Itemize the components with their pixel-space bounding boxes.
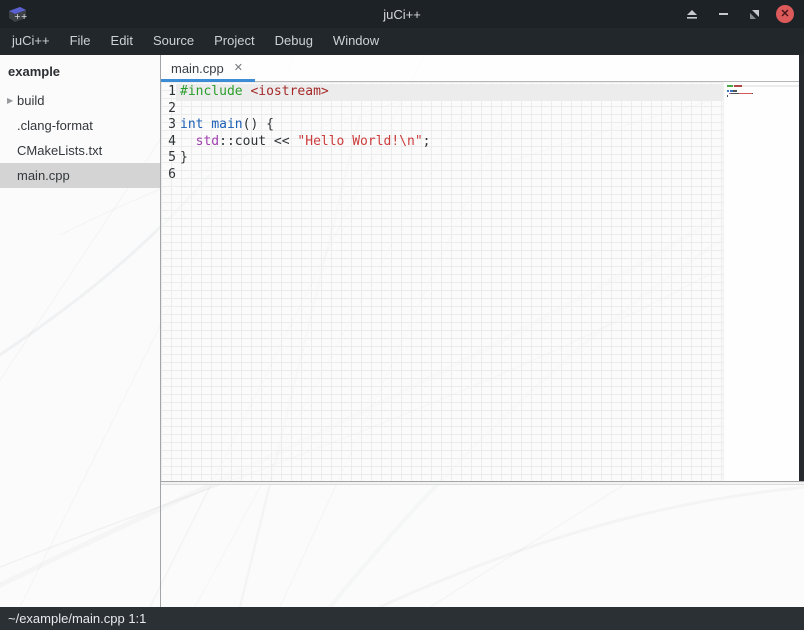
sidebar: example ▶build .clang-format CMakeLists.tx… — [0, 55, 161, 607]
titlebar[interactable]: ++ juCi++ ✕ — [0, 0, 804, 28]
code-line-1: 1#include <iostream> — [161, 84, 804, 101]
line-number: 1 — [161, 84, 176, 101]
code-line-3: 3int main() { — [161, 117, 804, 134]
code-text: #include <iostream> — [176, 84, 723, 101]
expander-icon[interactable]: ▶ — [0, 96, 17, 105]
line-number: 4 — [161, 134, 176, 151]
terminal-pane[interactable] — [161, 485, 804, 607]
editor-pane: main.cpp ✕ 1#include <iostream>23int mai… — [161, 55, 804, 481]
tree-item-label: .clang-format — [17, 118, 93, 133]
tree-item-main-cpp[interactable]: main.cpp — [0, 163, 160, 188]
code-lines: 1#include <iostream>23int main() {4 std:… — [161, 82, 804, 184]
menu-item-window[interactable]: Window — [323, 28, 389, 55]
code-line-5: 5} — [161, 150, 804, 167]
tree-item-cmakelists-txt[interactable]: CMakeLists.txt — [0, 138, 160, 163]
menu-item-juci[interactable]: juCi++ — [2, 28, 60, 55]
shade-button[interactable] — [683, 5, 701, 23]
menu-item-project[interactable]: Project — [204, 28, 264, 55]
content-area: example ▶build .clang-format CMakeLists.tx… — [0, 55, 804, 607]
file-tree: ▶build .clang-format CMakeLists.txt main.cp… — [0, 88, 160, 188]
line-number: 3 — [161, 117, 176, 134]
tab-close-icon[interactable]: ✕ — [234, 63, 243, 74]
code-line-4: 4 std::cout << "Hello World!\n"; — [161, 134, 804, 151]
vertical-scrollbar[interactable] — [799, 55, 804, 481]
code-text: } — [176, 150, 723, 167]
menu-item-debug[interactable]: Debug — [265, 28, 323, 55]
tab-label: main.cpp — [171, 61, 224, 76]
restore-button[interactable] — [745, 5, 763, 23]
svg-text:++: ++ — [14, 12, 27, 21]
menu-item-edit[interactable]: Edit — [101, 28, 143, 55]
minimize-button[interactable] — [714, 5, 732, 23]
code-text: int main() { — [176, 117, 723, 134]
statusbar: ~/example/main.cpp 1:1 — [0, 607, 804, 630]
menubar: juCi++FileEditSourceProjectDebugWindow — [0, 28, 804, 55]
code-text: std::cout << "Hello World!\n"; — [176, 134, 723, 151]
line-number: 5 — [161, 150, 176, 167]
minimap-line — [727, 97, 799, 99]
code-text — [176, 167, 723, 184]
project-root-label: example — [0, 58, 160, 88]
code-editor[interactable]: 1#include <iostream>23int main() {4 std:… — [161, 82, 804, 481]
window-controls: ✕ — [683, 5, 794, 23]
tree-item--clang-format[interactable]: .clang-format — [0, 113, 160, 138]
menu-item-file[interactable]: File — [60, 28, 101, 55]
tree-item-label: build — [17, 93, 44, 108]
tab-main-cpp[interactable]: main.cpp ✕ — [161, 55, 255, 81]
menu-item-source[interactable]: Source — [143, 28, 204, 55]
code-line-2: 2 — [161, 101, 804, 118]
tabbar: main.cpp ✕ — [161, 55, 804, 82]
status-file-position: ~/example/main.cpp 1:1 — [8, 611, 146, 626]
tree-item-build[interactable]: ▶build — [0, 88, 160, 113]
editor-column: main.cpp ✕ 1#include <iostream>23int mai… — [161, 55, 804, 607]
tree-item-label: main.cpp — [17, 168, 70, 183]
app-logo-icon: ++ — [6, 4, 30, 24]
app-window: ++ juCi++ ✕ juCi++FileEditSourceProjectD… — [0, 0, 804, 630]
tree-item-label: CMakeLists.txt — [17, 143, 102, 158]
code-line-6: 6 — [161, 167, 804, 184]
line-number: 6 — [161, 167, 176, 184]
minimap[interactable] — [723, 82, 799, 481]
line-number: 2 — [161, 101, 176, 118]
code-text — [176, 101, 723, 118]
close-button[interactable]: ✕ — [776, 5, 794, 23]
